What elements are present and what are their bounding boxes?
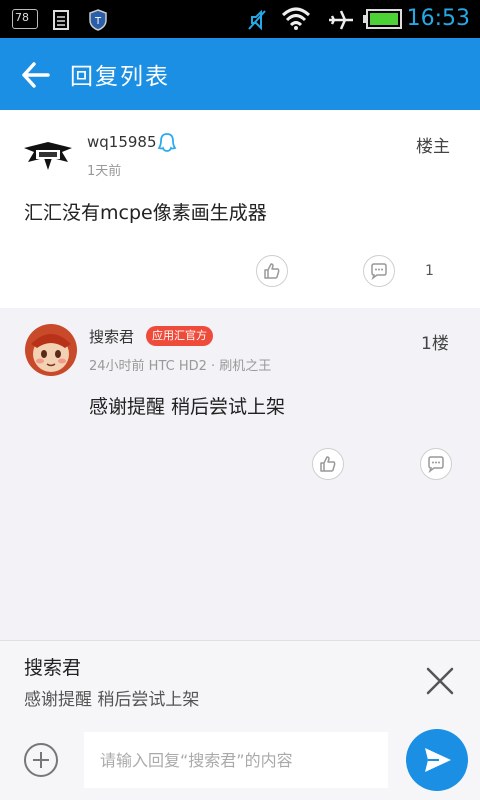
add-attachment-button[interactable] bbox=[24, 743, 58, 777]
mute-icon bbox=[248, 9, 266, 31]
thumbs-up-icon bbox=[320, 456, 336, 472]
plus-icon bbox=[33, 752, 49, 768]
qq-icon bbox=[157, 133, 177, 152]
quoted-username: 搜索君 bbox=[24, 657, 82, 679]
comment-icon bbox=[428, 456, 444, 473]
comment-button[interactable] bbox=[420, 448, 452, 480]
official-badge: 应用汇官方 bbox=[146, 326, 213, 346]
close-icon[interactable] bbox=[424, 665, 456, 697]
notification-badge-icon: 78 bbox=[12, 9, 38, 29]
shield-icon: T bbox=[89, 9, 107, 31]
post-floor-label: 楼主 bbox=[416, 137, 450, 157]
like-button[interactable] bbox=[312, 448, 344, 480]
status-time: 16:53 bbox=[406, 6, 470, 31]
reply-content: 感谢提醒 稍后尝试上架 bbox=[89, 396, 286, 418]
wifi-icon bbox=[281, 7, 311, 30]
reply-floor-label: 1楼 bbox=[421, 334, 449, 354]
svg-text:T: T bbox=[94, 16, 102, 27]
battery-icon bbox=[363, 9, 402, 29]
post-content: 汇汇没有mcpe像素画生成器 bbox=[24, 202, 267, 224]
reply-input[interactable] bbox=[84, 732, 388, 788]
comment-icon bbox=[371, 263, 387, 280]
reply-meta: 24小时前 HTC HD2 · 刷机之王 bbox=[89, 359, 272, 374]
document-icon bbox=[53, 10, 69, 30]
like-button[interactable] bbox=[256, 255, 288, 287]
page-title: 回复列表 bbox=[70, 64, 170, 90]
app-bar: 回复列表 bbox=[0, 38, 480, 110]
avatar[interactable] bbox=[22, 138, 74, 174]
comment-count: 1 bbox=[425, 263, 434, 279]
reply-item: 搜索君 应用汇官方 24小时前 HTC HD2 · 刷机之王 1楼 感谢提醒 稍… bbox=[0, 308, 480, 640]
notification-badge-count: 78 bbox=[15, 11, 29, 24]
send-icon bbox=[425, 748, 451, 772]
thumbs-up-icon bbox=[264, 263, 280, 279]
quoted-reply-bar: 搜索君 感谢提醒 稍后尝试上架 bbox=[0, 640, 480, 725]
send-button[interactable] bbox=[406, 729, 468, 791]
arrow-left-icon[interactable] bbox=[18, 58, 52, 92]
original-post: wq15985 1天前 楼主 汇汇没有mcpe像素画生成器 1 bbox=[0, 110, 480, 309]
status-bar: 78 T 16:53 bbox=[0, 0, 480, 38]
quoted-text: 感谢提醒 稍后尝试上架 bbox=[24, 690, 200, 710]
post-time: 1天前 bbox=[87, 164, 122, 179]
avatar[interactable] bbox=[25, 324, 77, 376]
comment-button[interactable] bbox=[363, 255, 395, 287]
reply-username[interactable]: 搜索君 bbox=[89, 326, 134, 347]
airplane-icon bbox=[329, 10, 353, 30]
post-username[interactable]: wq15985 bbox=[87, 133, 157, 151]
reply-input-bar bbox=[0, 724, 480, 800]
